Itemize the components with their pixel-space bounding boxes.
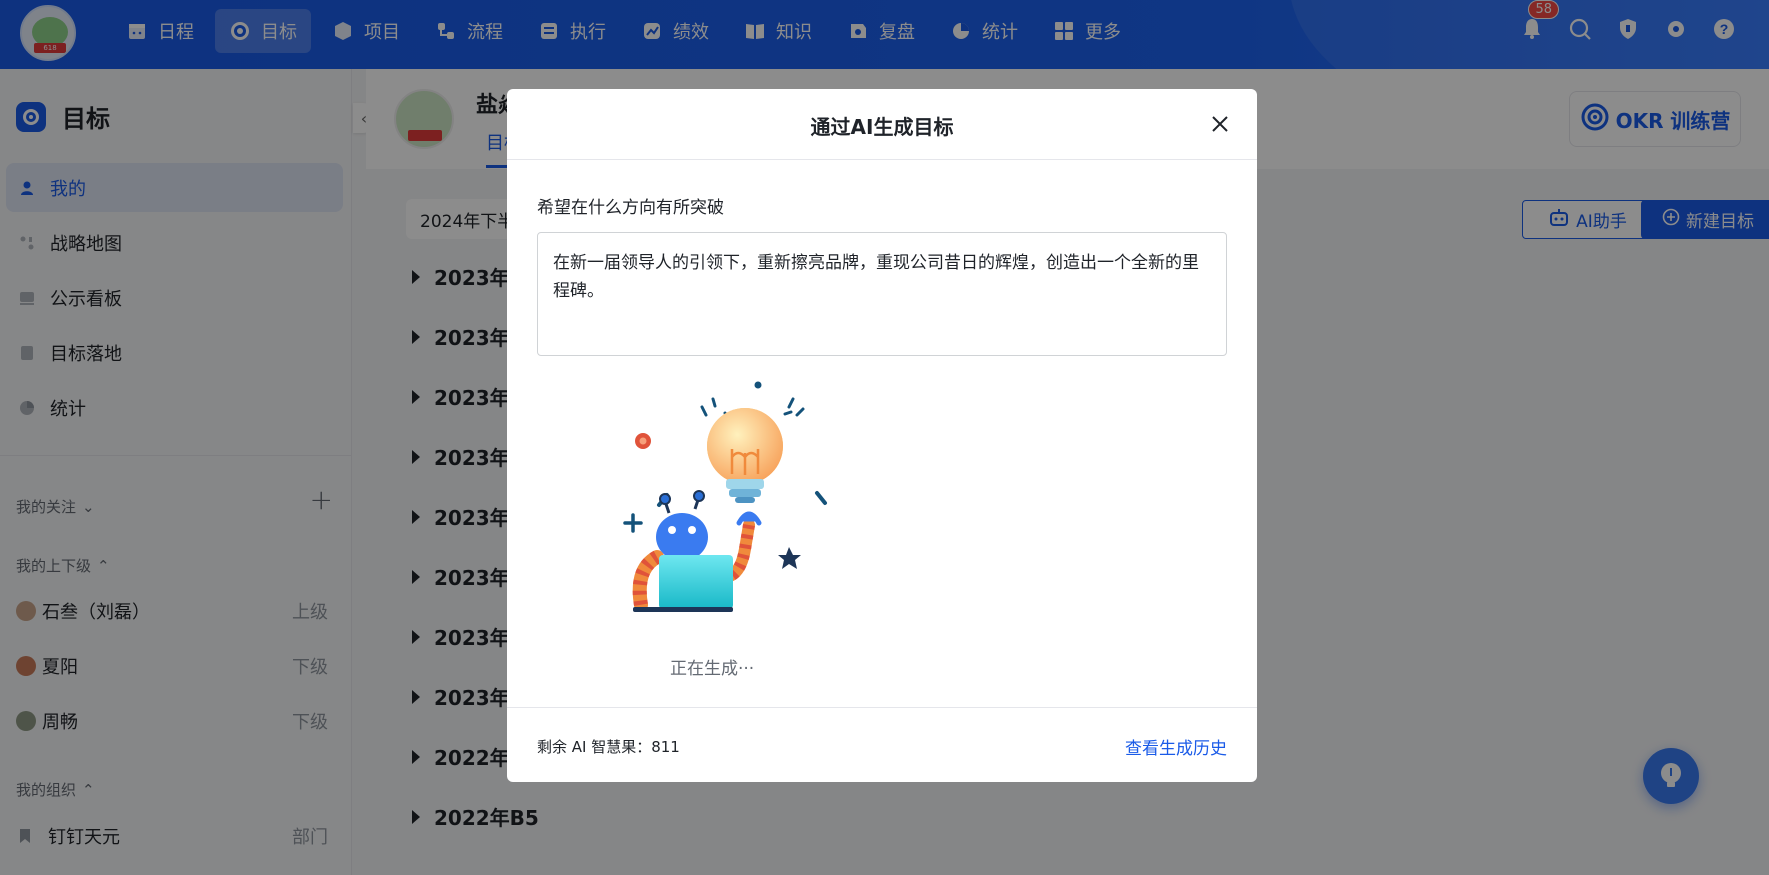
ai-generating-illustration — [623, 381, 827, 612]
close-button[interactable] — [1209, 113, 1231, 135]
direction-label: 希望在什么方向有所突破 — [537, 198, 724, 218]
close-icon — [1212, 116, 1228, 132]
modal-footer: 剩余 AI 智慧果：811 查看生成历史 — [507, 707, 1257, 782]
direction-input[interactable]: 在新一届领导人的引领下，重新擦亮品牌，重现公司昔日的辉煌，创造出一个全新的里程碑… — [537, 232, 1227, 356]
view-history-link[interactable]: 查看生成历史 — [1125, 734, 1227, 759]
ai-generate-modal: 通过AI生成目标 希望在什么方向有所突破 在新一届领导人的引领下，重新擦亮品牌，… — [507, 89, 1257, 782]
modal-header: 通过AI生成目标 — [507, 89, 1257, 160]
generating-status: 正在生成··· — [670, 659, 755, 679]
modal-title: 通过AI生成目标 — [810, 115, 954, 139]
remaining-ai-credits: 剩余 AI 智慧果：811 — [537, 738, 680, 756]
